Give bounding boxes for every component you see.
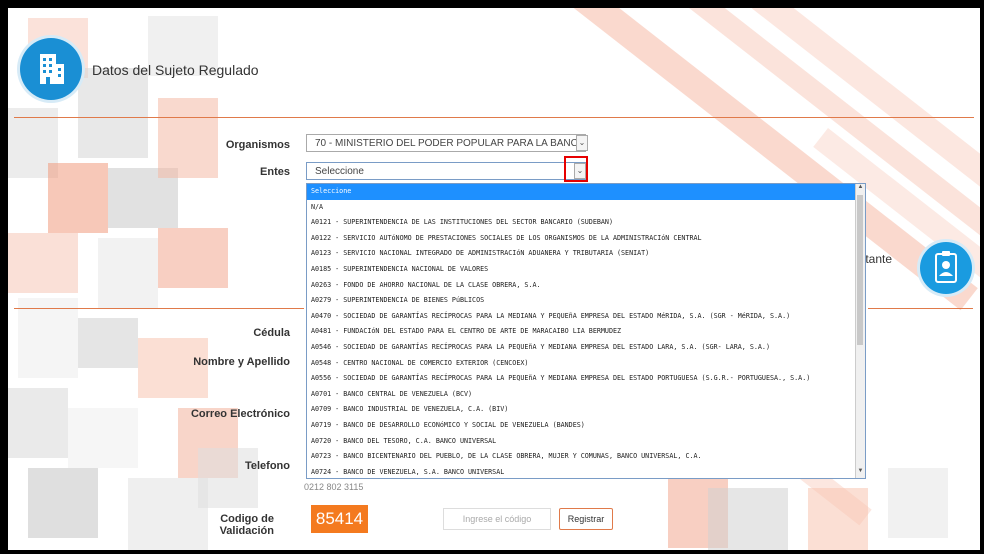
organismos-dropdown-arrow[interactable]: ⌄ <box>576 135 588 151</box>
nombre-label: Nombre y Apellido <box>193 356 290 368</box>
dropdown-option[interactable]: A0279 - SUPERINTENDENCIA DE BIENES PúBLI… <box>307 293 865 309</box>
dropdown-option[interactable]: A0709 - BANCO INDUSTRIAL DE VENEZUELA, C… <box>307 402 865 418</box>
codigo-input[interactable]: Ingrese el código <box>443 508 551 530</box>
dropdown-option[interactable]: A0123 - SERVICIO NACIONAL INTEGRADO DE A… <box>307 246 865 262</box>
registrar-button[interactable]: Registrar <box>559 508 613 530</box>
organismos-select[interactable]: 70 - MINISTERIO DEL PODER POPULAR PARA L… <box>306 134 586 152</box>
captcha-code: 85414 <box>311 505 368 533</box>
entes-value: Seleccione <box>315 166 364 177</box>
id-badge-icon <box>920 242 972 294</box>
dropdown-option[interactable]: A0122 - SERVICIO AUTóNOMO DE PRESTACIONE… <box>307 231 865 247</box>
divider-top <box>14 117 974 118</box>
dropdown-scrollbar[interactable]: ▲ ▼ <box>855 184 865 478</box>
dropdown-option[interactable]: A0719 - BANCO DE DESARROLLO ECONóMICO Y … <box>307 418 865 434</box>
organismos-value: 70 - MINISTERIO DEL PODER POPULAR PARA L… <box>315 138 586 149</box>
correo-label: Correo Electrónico <box>190 408 290 420</box>
dropdown-option[interactable]: N/A <box>307 200 865 216</box>
codigo-placeholder: Ingrese el código <box>462 514 532 524</box>
dropdown-option[interactable]: A0701 - BANCO CENTRAL DE VENEZUELA (BCV) <box>307 387 865 403</box>
dropdown-option[interactable]: Seleccione <box>307 184 865 200</box>
scroll-down-icon[interactable]: ▼ <box>856 468 865 478</box>
scroll-up-icon[interactable]: ▲ <box>856 184 865 194</box>
divider-middle <box>14 308 304 309</box>
highlight-box <box>564 156 588 182</box>
dropdown-option[interactable]: A0470 - SOCIEDAD DE GARANTÍAS RECÍPROCAS… <box>307 309 865 325</box>
organismos-label: Organismos <box>225 139 290 151</box>
dropdown-option[interactable]: A0121 - SUPERINTENDENCIA DE LAS INSTITUC… <box>307 215 865 231</box>
entes-label: Entes <box>260 166 290 178</box>
dropdown-option[interactable]: A0481 - FUNDACIóN DEL ESTADO PARA EL CEN… <box>307 324 865 340</box>
telefono-hint: 0212 802 3115 <box>304 482 364 492</box>
dropdown-option[interactable]: A0724 - BANCO DE VENEZUELA, S.A. BANCO U… <box>307 465 865 478</box>
dropdown-option[interactable]: A0723 - BANCO BICENTENARIO DEL PUEBLO, D… <box>307 449 865 465</box>
entes-dropdown-list[interactable]: Seleccione N/A A0121 - SUPERINTENDENCIA DE… <box>306 183 866 479</box>
dropdown-option[interactable]: A0548 - CENTRO NACIONAL DE COMERCIO EXTE… <box>307 356 865 372</box>
telefono-label: Telefono <box>244 460 290 472</box>
dropdown-option[interactable]: A0546 - SOCIEDAD DE GARANTÍAS RECÍPROCAS… <box>307 340 865 356</box>
page-title: Datos del Sujeto Regulado <box>92 62 259 78</box>
dropdown-option[interactable]: A0263 - FONDO DE AHORRO NACIONAL DE LA C… <box>307 278 865 294</box>
cedula-label: Cédula <box>253 327 290 339</box>
dropdown-option[interactable]: A0185 - SUPERINTENDENCIA NACIONAL DE VAL… <box>307 262 865 278</box>
codigo-label: Codigo de Validación <box>219 513 274 537</box>
scroll-thumb[interactable] <box>857 195 863 345</box>
dropdown-options: Seleccione N/A A0121 - SUPERINTENDENCIA DE… <box>307 184 865 478</box>
entes-select[interactable]: Seleccione <box>306 162 586 180</box>
divider-middle-right <box>868 308 973 309</box>
dropdown-option[interactable]: A0720 - BANCO DEL TESORO, C.A. BANCO UNI… <box>307 434 865 450</box>
dropdown-option[interactable]: A0556 - SOCIEDAD DE GARANTÍAS RECÍPROCAS… <box>307 371 865 387</box>
building-icon <box>20 38 82 100</box>
page-frame: Datos del Sujeto Regulado Organismos 70 … <box>8 8 980 550</box>
